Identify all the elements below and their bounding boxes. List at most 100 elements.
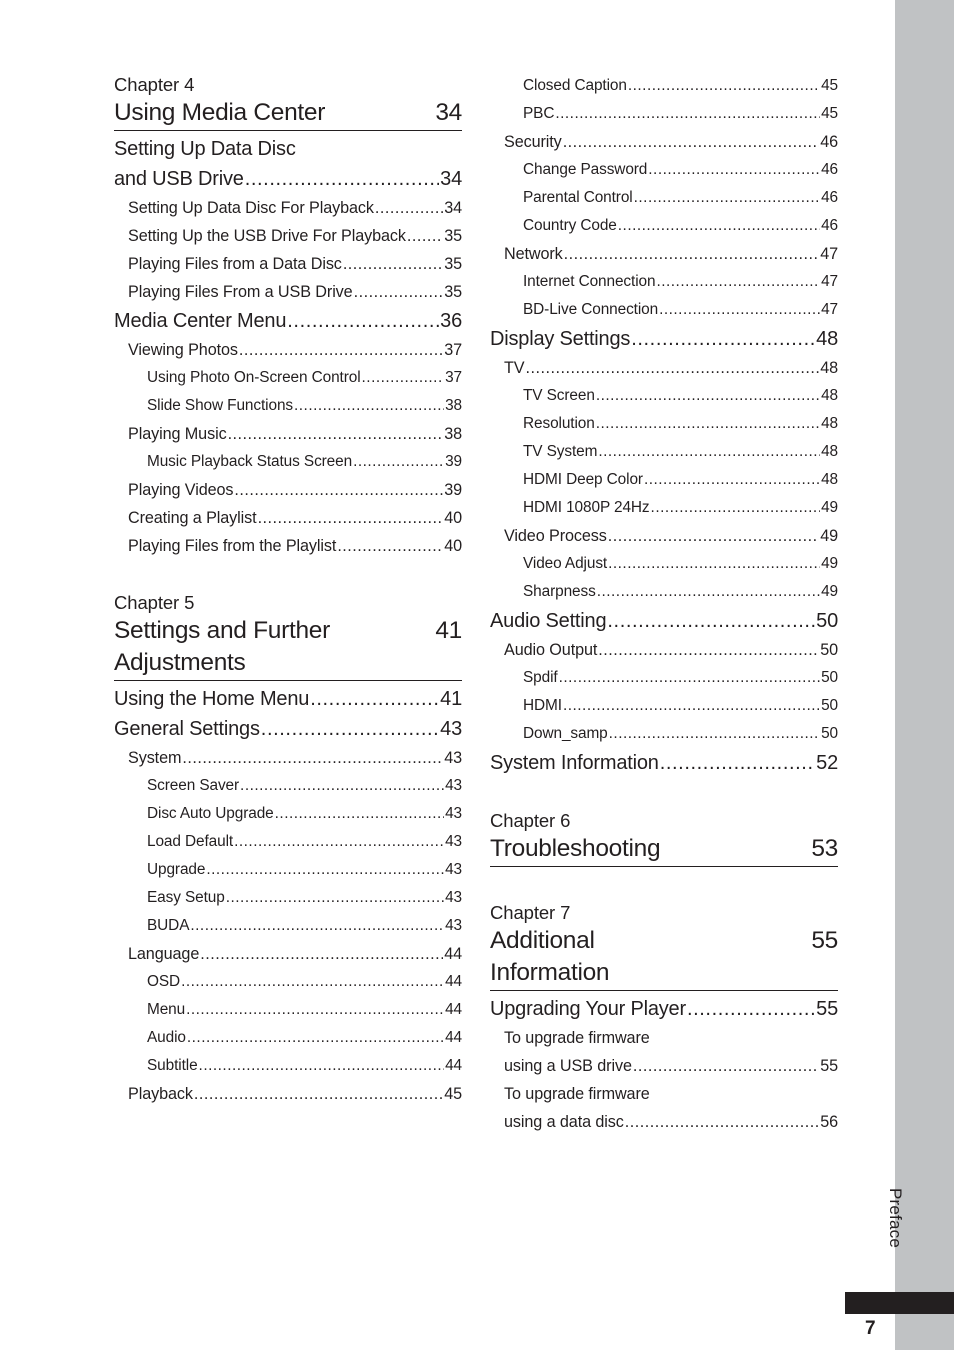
toc-entry-video-adjust[interactable]: Video Adjust............................… <box>490 550 838 578</box>
toc-entry-hdmi[interactable]: HDMI....................................… <box>490 692 838 720</box>
toc-entry-change-password[interactable]: Change Password.........................… <box>490 156 838 184</box>
toc-entry-buda[interactable]: BUDA....................................… <box>114 912 462 940</box>
chapter-6-page-number: 53 <box>811 835 838 862</box>
chapter-4[interactable]: Chapter 4 Using Media Center 34 <box>114 72 462 131</box>
toc-entry-tv[interactable]: TV......................................… <box>490 354 838 382</box>
dot-leader: ........................................… <box>274 805 444 822</box>
toc-entry-page-number: 40 <box>444 537 462 555</box>
toc-entry-to-upgrade-firmware[interactable]: To upgrade firmware using a USB drive....… <box>490 1024 838 1080</box>
toc-entry-resolution[interactable]: Resolution..............................… <box>490 410 838 438</box>
toc-entry-page-number: 40 <box>444 509 462 527</box>
chapter-7-title-row: Additional Information 55 <box>490 925 838 989</box>
dot-leader: ........................................… <box>257 509 444 527</box>
toc-entry-label: HDMI 1080P 24Hz <box>523 499 650 516</box>
toc-entry-spdif[interactable]: Spdif...................................… <box>490 664 838 692</box>
toc-entry-subtitle[interactable]: Subtitle................................… <box>114 1052 462 1080</box>
toc-entry-audio-setting[interactable]: Audio Setting...........................… <box>490 606 838 636</box>
toc-entry-viewing-photos[interactable]: Viewing Photos..........................… <box>114 336 462 364</box>
toc-entry-down-samp[interactable]: Down_samp...............................… <box>490 720 838 748</box>
toc-entry-video-process[interactable]: Video Process...........................… <box>490 522 838 550</box>
dot-leader: ........................................… <box>631 328 815 350</box>
dot-leader: ........................................… <box>238 341 444 359</box>
toc-entry-pbc[interactable]: PBC.....................................… <box>490 100 838 128</box>
toc-entry-page-number: 56 <box>820 1113 838 1131</box>
dot-leader: ........................................… <box>182 749 443 767</box>
toc-entry-general-settings[interactable]: General Settings........................… <box>114 714 462 744</box>
toc-entry-page-number: 50 <box>821 725 838 742</box>
toc-entry-country-code[interactable]: Country Code............................… <box>490 212 838 240</box>
toc-entry-playing-files-from-a-data-disc[interactable]: Playing Files from a Data Disc..........… <box>114 250 462 278</box>
chapter-5-page-number: 41 <box>435 617 462 644</box>
toc-entry-playing-files-from-a-usb-drive[interactable]: Playing Files From a USB Drive..........… <box>114 278 462 306</box>
toc-entry-upgrade[interactable]: Upgrade.................................… <box>114 856 462 884</box>
toc-entry-slide-show-functions[interactable]: Slide Show Functions....................… <box>114 392 462 420</box>
toc-entry-display-settings[interactable]: Display Settings........................… <box>490 324 838 354</box>
toc-entry-page-number: 47 <box>821 301 838 318</box>
dot-leader: ........................................… <box>234 833 445 850</box>
toc-entry-using-the-home-menu[interactable]: Using the Home Menu.....................… <box>114 684 462 714</box>
dot-leader: ........................................… <box>181 973 444 990</box>
toc-entry-setting-up-the-usb-drive-for-playback[interactable]: Setting Up the USB Drive For Playback...… <box>114 222 462 250</box>
toc-entry-sharpness[interactable]: Sharpness...............................… <box>490 578 838 606</box>
dot-leader: ........................................… <box>353 283 444 301</box>
toc-entry-audio-output[interactable]: Audio Output............................… <box>490 636 838 664</box>
toc-entry-page-number: 48 <box>821 471 838 488</box>
toc-entry-label: Using Photo On-Screen Control <box>147 369 361 386</box>
toc-entry-page-number: 35 <box>444 283 462 301</box>
toc-entry-bd-live-connection[interactable]: BD-Live Connection......................… <box>490 296 838 324</box>
toc-entry-playing-music[interactable]: Playing Music...........................… <box>114 420 462 448</box>
chapter-7-page-number: 55 <box>811 927 838 954</box>
toc-entry-security[interactable]: Security................................… <box>490 128 838 156</box>
dot-leader: ........................................… <box>624 1113 819 1131</box>
toc-entry-page-number: 36 <box>440 310 462 332</box>
toc-entry-page-number: 37 <box>444 341 462 359</box>
chapter-6[interactable]: Chapter 6 Troubleshooting 53 <box>490 808 838 867</box>
toc-entry-hdmi-1080p-24hz[interactable]: HDMI 1080P 24Hz.........................… <box>490 494 838 522</box>
toc-entry-page-number: 49 <box>821 499 838 516</box>
toc-entry-menu[interactable]: Menu....................................… <box>114 996 462 1024</box>
toc-entry-load-default[interactable]: Load Default............................… <box>114 828 462 856</box>
dot-leader: ........................................… <box>374 199 443 217</box>
toc-entry-closed-caption[interactable]: Closed Caption..........................… <box>490 72 838 100</box>
toc-entry-playing-files-from-the-playlist[interactable]: Playing Files from the Playlist.........… <box>114 532 462 560</box>
toc-entry-system-information[interactable]: System Information......................… <box>490 748 838 778</box>
toc-entry-page-number: 43 <box>445 861 462 878</box>
toc-entry-audio[interactable]: Audio...................................… <box>114 1024 462 1052</box>
toc-entry-playing-videos[interactable]: Playing Videos..........................… <box>114 476 462 504</box>
toc-entry-easy-setup[interactable]: Easy Setup..............................… <box>114 884 462 912</box>
toc-entry-page-number: 46 <box>820 133 838 151</box>
toc-entry-osd[interactable]: OSD.....................................… <box>114 968 462 996</box>
toc-entry-page-number: 34 <box>444 199 462 217</box>
toc-entry-upgrading-your-player[interactable]: Upgrading Your Player...................… <box>490 994 838 1024</box>
toc-entry-language[interactable]: Language................................… <box>114 940 462 968</box>
chapter-7[interactable]: Chapter 7 Additional Information 55 <box>490 900 838 991</box>
toc-column-left: Chapter 4 Using Media Center 34 Setting Up … <box>114 72 462 1108</box>
toc-entry-using-photo-on-screen-control[interactable]: Using Photo On-Screen Control...........… <box>114 364 462 392</box>
toc-entry-playback[interactable]: Playback................................… <box>114 1080 462 1108</box>
toc-entry-hdmi-deep-color[interactable]: HDMI Deep Color.........................… <box>490 466 838 494</box>
toc-entry-to-upgrade-firmware[interactable]: To upgrade firmware using a data disc....… <box>490 1080 838 1136</box>
chapter-7-kicker: Chapter 7 <box>490 902 571 923</box>
toc-entry-network[interactable]: Network.................................… <box>490 240 838 268</box>
toc-entry-creating-a-playlist[interactable]: Creating a Playlist.....................… <box>114 504 462 532</box>
chapter-6-title-row: Troubleshooting 53 <box>490 833 838 865</box>
toc-entry-internet-connection[interactable]: Internet Connection.....................… <box>490 268 838 296</box>
toc-entry-music-playback-status-screen[interactable]: Music Playback Status Screen............… <box>114 448 462 476</box>
toc-entry-page-number: 49 <box>821 583 838 600</box>
toc-entry-parental-control[interactable]: Parental Control........................… <box>490 184 838 212</box>
chapter-4-rule <box>114 130 462 131</box>
toc-entry-setting-up-data-disc-for-playback[interactable]: Setting Up Data Disc For Playback.......… <box>114 194 462 222</box>
toc-entry-page-number: 49 <box>820 527 838 545</box>
chapter-5[interactable]: Chapter 5 Settings and Further Adjustment… <box>114 590 462 681</box>
toc-entry-disc-auto-upgrade[interactable]: Disc Auto Upgrade.......................… <box>114 800 462 828</box>
toc-entry-screen-saver[interactable]: Screen Saver............................… <box>114 772 462 800</box>
toc-entry-tv-system[interactable]: TV System...............................… <box>490 438 838 466</box>
toc-entry-label: Subtitle <box>147 1057 198 1074</box>
toc-entry-system[interactable]: System..................................… <box>114 744 462 772</box>
toc-entry-tv-screen[interactable]: TV Screen...............................… <box>490 382 838 410</box>
toc-entry-media-center-menu[interactable]: Media Center Menu.......................… <box>114 306 462 336</box>
toc-entry-label: Display Settings <box>490 328 631 350</box>
toc-entry-setting-up-data-disc[interactable]: Setting Up Data Disc and USB Drive.......… <box>114 134 462 194</box>
